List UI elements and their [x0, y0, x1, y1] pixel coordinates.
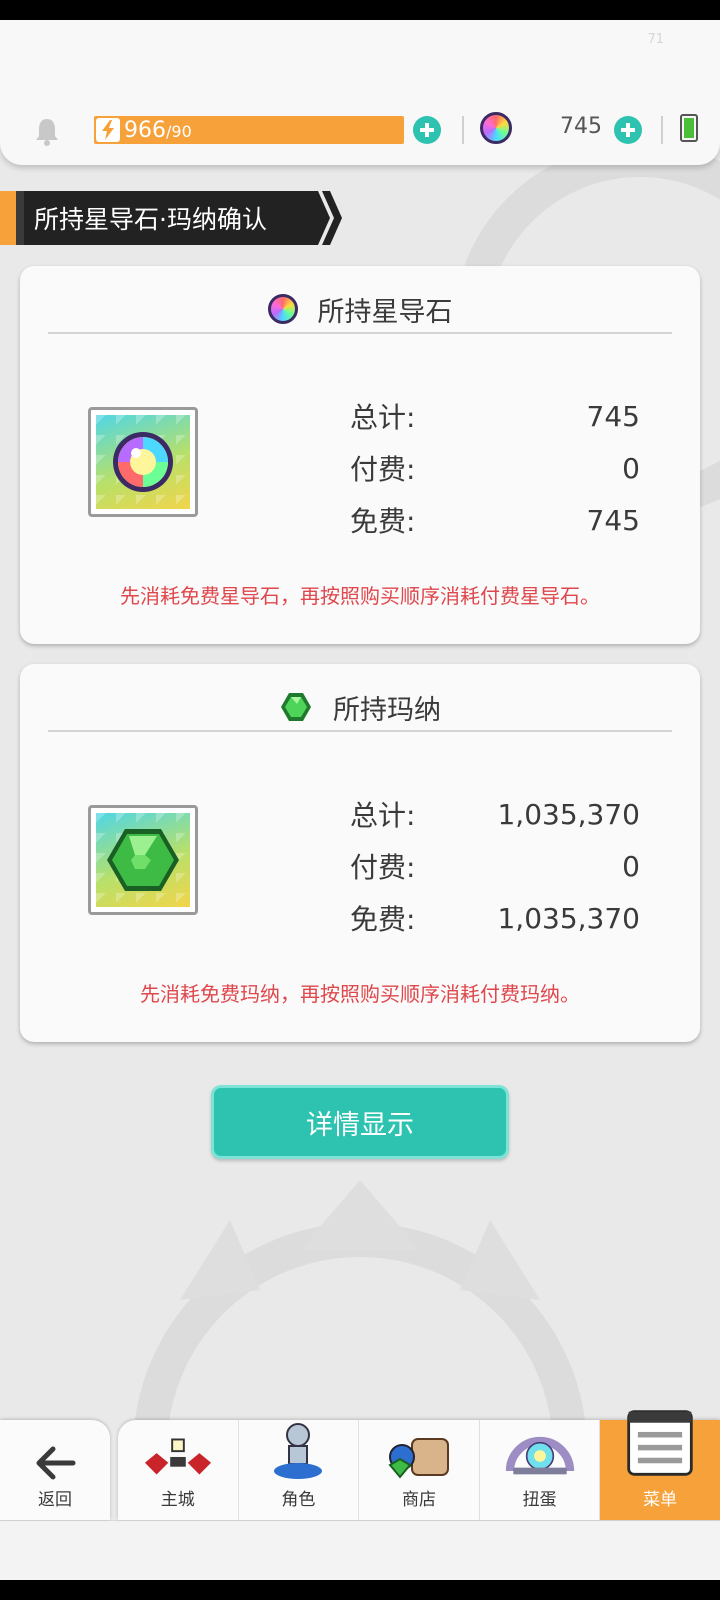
- mana-card: 所持玛纳 总计: 1,035,370 付费: 0 免费: 1,035,370 先消耗免…: [20, 664, 700, 1042]
- header-divider: [661, 116, 663, 144]
- arrow-left-icon: [36, 1446, 76, 1480]
- star-stone-icon: [267, 294, 298, 324]
- bottom-nav: 主城 角色 商店 扭蛋 菜单: [118, 1410, 720, 1520]
- detail-display-button[interactable]: 详情显示: [211, 1085, 509, 1159]
- star-stone-breakdown: 总计: 745 付费: 0 免费: 745: [350, 390, 640, 546]
- add-stamina-button[interactable]: [413, 116, 441, 144]
- gacha-icon: [505, 1436, 574, 1475]
- shop-icon: [388, 1438, 449, 1479]
- star-stone-count: 745: [560, 114, 602, 139]
- card-title: 所持星导石: [317, 296, 453, 328]
- free-row: 免费: 745: [350, 503, 640, 539]
- page-title: 所持星导石·玛纳确认: [34, 205, 267, 234]
- mana-breakdown: 总计: 1,035,370 付费: 0 免费: 1,035,370: [350, 788, 640, 944]
- system-nav-bar: [0, 1580, 720, 1600]
- fps-counter: 71: [647, 32, 664, 47]
- system-status-bar: [0, 0, 720, 20]
- town-icon: [144, 1438, 211, 1475]
- consumption-note: 先消耗免费玛纳，再按照购买顺序消耗付费玛纳。: [140, 982, 580, 1006]
- stamina-bar: 966/90: [94, 116, 404, 144]
- star-stone-card: 所持星导石 总计: 745 付费: 0 免费: 745 先消耗免费星导石，再按照购买顺…: [20, 266, 700, 644]
- back-button[interactable]: 返回: [0, 1420, 110, 1520]
- star-stone-item-frame: [88, 407, 198, 517]
- bottom-safe-area: [0, 1520, 720, 1580]
- tab-town[interactable]: 主城: [118, 1420, 239, 1520]
- mana-item-frame: [88, 805, 198, 915]
- tab-character[interactable]: 角色: [239, 1420, 360, 1520]
- tab-shop[interactable]: 商店: [359, 1420, 480, 1520]
- total-row: 总计: 1,035,370: [350, 797, 640, 833]
- menu-icon: [627, 1410, 693, 1476]
- lightning-icon: [96, 118, 120, 142]
- plus-icon: [621, 123, 635, 137]
- tab-gacha[interactable]: 扭蛋: [480, 1420, 601, 1520]
- free-row: 免费: 1,035,370: [350, 901, 640, 937]
- paid-row: 付费: 0: [350, 451, 640, 487]
- total-row: 总计: 745: [350, 399, 640, 435]
- chevron-right-icon: [322, 191, 342, 245]
- page-title-banner: 所持星导石·玛纳确认: [0, 191, 330, 245]
- character-icon: [274, 1423, 323, 1479]
- back-label: 返回: [38, 1490, 72, 1510]
- add-star-stone-button[interactable]: [614, 116, 642, 144]
- paid-row: 付费: 0: [350, 849, 640, 885]
- mana-icon: [281, 693, 311, 721]
- header-divider: [462, 116, 464, 144]
- card-header: 所持星导石: [48, 286, 672, 334]
- star-stone-icon: [480, 112, 512, 144]
- resource-header: 71 966/90 745: [0, 20, 720, 165]
- rainbow-gem-icon: [113, 432, 173, 492]
- plus-icon: [420, 123, 434, 137]
- bell-icon[interactable]: [34, 116, 60, 146]
- tab-menu[interactable]: 菜单: [600, 1410, 720, 1520]
- battery-icon: [680, 114, 698, 142]
- card-header: 所持玛纳: [48, 684, 672, 732]
- green-gem-icon: [107, 829, 179, 891]
- stamina-value: 966/90: [124, 117, 192, 143]
- consumption-note: 先消耗免费星导石，再按照购买顺序消耗付费星导石。: [120, 584, 600, 608]
- card-title: 所持玛纳: [333, 694, 441, 726]
